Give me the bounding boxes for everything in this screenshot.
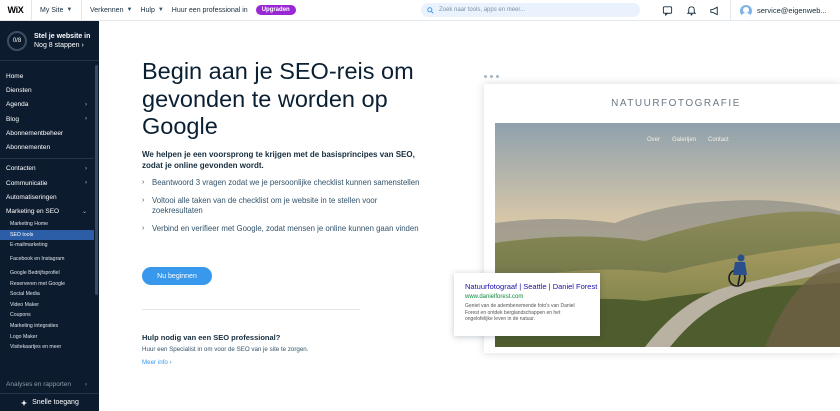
- chevron-down-icon: ▼: [157, 7, 164, 13]
- chevron-right-icon: ›: [142, 224, 145, 232]
- sidebar-subitem-e-mailmarketing[interactable]: E-mailmarketing: [0, 240, 94, 251]
- account-menu[interactable]: service@eigenweb...: [730, 0, 840, 21]
- more-info-link[interactable]: Meer info ›: [142, 359, 172, 366]
- sidebar-item-communicatie[interactable]: Communicatie ›: [0, 176, 94, 190]
- section-divider: [142, 309, 360, 310]
- chevron-right-icon: ›: [85, 116, 87, 123]
- steps-list: › Beantwoord 3 vragen zodat we je persoon…: [142, 178, 422, 241]
- site-selector[interactable]: My Site ▼: [32, 0, 82, 21]
- result-title: Natuurfotograaf | Seattle | Daniel Fores…: [465, 282, 598, 291]
- search-icon: [427, 6, 434, 14]
- result-description: Geniet van de adembenemende foto's van D…: [465, 303, 575, 322]
- window-dots: [484, 75, 499, 78]
- nav-help[interactable]: Hulp ▼: [140, 7, 163, 14]
- sidebar-menu: Home Diensten Agenda › Blog › Abonnementbe…: [0, 69, 94, 353]
- chevron-right-icon: ›: [84, 380, 87, 388]
- sidebar-item-automatiseringen[interactable]: Automatiseringen: [0, 190, 94, 204]
- sidebar-subitem-seo-tools[interactable]: SEO tools: [0, 229, 94, 241]
- list-item: › Verbind en verifieer met Google, zodat …: [142, 223, 419, 233]
- sidebar-subitem-visitekaartjes[interactable]: Visitekaartjes en meer: [0, 342, 94, 353]
- sidebar-item-blog[interactable]: Blog ›: [0, 112, 94, 126]
- chevron-right-icon: ›: [85, 180, 87, 187]
- nav-explore-label: Verkennen: [90, 6, 124, 14]
- megaphone-icon[interactable]: [709, 5, 720, 16]
- sidebar-scrollbar[interactable]: [95, 65, 98, 295]
- chevron-right-icon: ›: [142, 179, 145, 186]
- setup-steps-remaining: Nog 8 stappen ›: [34, 41, 84, 49]
- account-email: service@eigenweb...: [757, 6, 827, 15]
- result-url: www.danielforest.com: [465, 294, 524, 300]
- site-selector-label: My Site: [40, 6, 64, 14]
- list-item: › Beantwoord 3 vragen zodat we je persoon…: [142, 178, 420, 187]
- chevron-down-icon: ▼: [126, 7, 133, 13]
- chevron-right-icon: ›: [85, 101, 87, 108]
- quick-access-label: Snelle toegang: [32, 399, 79, 406]
- sidebar-subitem-logo-maker[interactable]: Logo Maker: [0, 331, 94, 342]
- sidebar-subitem-reserveren-met-google[interactable]: Reserveren met Google: [0, 278, 94, 289]
- setup-progress-card[interactable]: 0/8 Stel je website in Nog 8 stappen ›: [0, 21, 99, 61]
- sidebar: 0/8 Stel je website in Nog 8 stappen › H…: [0, 21, 99, 411]
- sidebar-item-analyses[interactable]: Analyses en rapporten ›: [0, 377, 94, 391]
- sidebar-item-diensten[interactable]: Diensten: [0, 83, 94, 97]
- sidebar-item-contacten[interactable]: Contacten ›: [0, 162, 94, 176]
- search-input[interactable]: Zoek naar tools, apps en meer...: [421, 3, 640, 17]
- nav-explore[interactable]: Verkennen ▼: [90, 7, 132, 14]
- quick-access-icon: [20, 399, 28, 406]
- sidebar-item-marketing-en-seo[interactable]: Marketing en SEO ⌄: [0, 205, 94, 219]
- help-title: Hulp nodig van een SEO professional?: [142, 333, 281, 342]
- chevron-right-icon: ›: [85, 165, 87, 172]
- sidebar-subitem-marketing-home[interactable]: Marketing Home: [0, 219, 94, 230]
- bell-icon[interactable]: [686, 5, 697, 16]
- sidebar-item-agenda[interactable]: Agenda ›: [0, 98, 94, 112]
- sidebar-divider: [0, 157, 94, 159]
- chevron-down-icon: ▼: [66, 7, 73, 13]
- preview-nav-item: Galerijen: [672, 137, 697, 143]
- avatar: [740, 4, 752, 17]
- search-placeholder: Zoek naar tools, apps en meer...: [439, 7, 526, 13]
- preview-site-title: NATUURFOTOGRAFIE: [611, 98, 741, 109]
- upgrade-button[interactable]: Upgraden: [255, 5, 296, 15]
- sidebar-subitem-marketing-integraties[interactable]: Marketing integraties: [0, 321, 94, 332]
- top-bar: WiX My Site ▼ Verkennen ▼ Hulp ▼ Huur ee…: [0, 0, 840, 21]
- quick-access-button[interactable]: Snelle toegang: [0, 393, 99, 411]
- preview-nav-item: Over: [647, 137, 661, 143]
- chat-icon[interactable]: [662, 5, 673, 16]
- page-title: Begin aan je SEO-reis om gevonden te wor…: [142, 58, 414, 139]
- sidebar-subitem-video-maker[interactable]: Video Maker: [0, 300, 94, 311]
- chevron-right-icon: ›: [142, 196, 145, 204]
- nav-help-label: Hulp: [140, 6, 155, 14]
- setup-title: Stel je website in: [34, 32, 91, 40]
- preview-nav-item: Contact: [708, 137, 729, 143]
- search-result-card: Natuurfotograaf | Seattle | Daniel Fores…: [454, 273, 600, 336]
- sidebar-item-abonnementbeheer[interactable]: Abonnementbeheer: [0, 126, 94, 140]
- wix-logo[interactable]: WiX: [0, 0, 32, 21]
- list-item: › Voltooi alle taken van de checklist om …: [142, 195, 378, 216]
- nav-hire-professional[interactable]: Huur een professional in: [172, 7, 248, 14]
- sidebar-subitem-facebook-instagram[interactable]: Facebook en Instagram: [0, 251, 94, 268]
- help-text: Huur een Specialist in om voor de SEO va…: [142, 346, 309, 353]
- chevron-down-icon: ⌄: [81, 209, 87, 216]
- start-now-button[interactable]: Nu beginnen: [142, 267, 212, 285]
- sidebar-item-home[interactable]: Home: [0, 69, 94, 83]
- sidebar-subitem-google-bedrijfsprofiel[interactable]: Google Bedrijfsprofiel: [0, 268, 94, 279]
- sidebar-subitem-social-media[interactable]: Social Media: [0, 289, 94, 300]
- sidebar-subitem-coupons[interactable]: Coupons: [0, 310, 94, 321]
- main-content: Begin aan je SEO-reis om gevonden te wor…: [99, 21, 840, 411]
- preview-nav: Over Galerijen Contact: [647, 137, 729, 143]
- sidebar-item-abonnementen[interactable]: Abonnementen: [0, 140, 94, 154]
- lead-text: We helpen je een voorsprong te krijgen m…: [142, 150, 415, 170]
- progress-ring: 0/8: [7, 30, 27, 51]
